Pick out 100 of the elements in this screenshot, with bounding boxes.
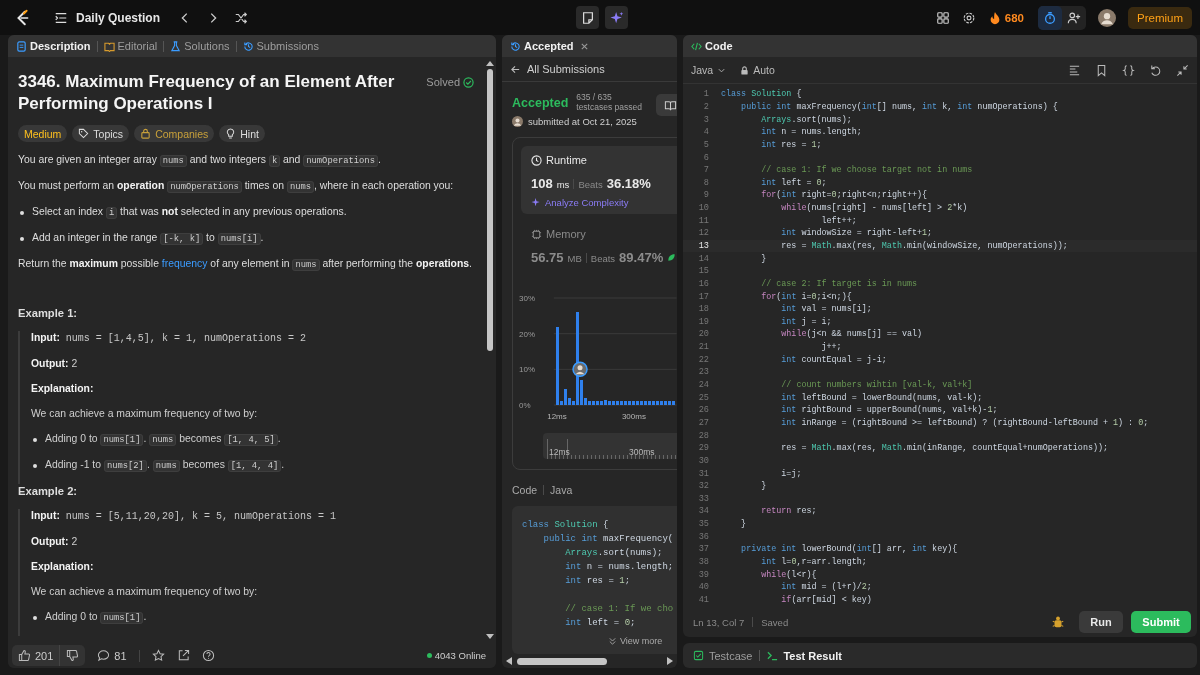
code-line: int j = i;	[780, 316, 832, 327]
code-line: for(int right=0;right<n;right++){	[760, 190, 928, 201]
daily-question-button[interactable]: Daily Question	[54, 10, 161, 25]
comments-button[interactable]: 81	[97, 649, 127, 662]
undo-icon[interactable]	[1149, 63, 1162, 77]
debugger-icon[interactable]	[1051, 615, 1065, 629]
language-dropdown[interactable]: Java	[691, 64, 727, 76]
chip-icon	[531, 228, 542, 240]
line-number: 37	[697, 544, 709, 555]
panel-tab[interactable]: Description	[16, 40, 91, 52]
bookmark-icon[interactable]	[1095, 63, 1108, 77]
share-icon[interactable]	[176, 649, 190, 662]
panel-tab[interactable]: Testcase	[693, 649, 753, 662]
code-line: int countEqual = j-i;	[780, 354, 887, 365]
axis-label: 20%	[519, 329, 535, 339]
solved-status: Solved	[426, 71, 474, 89]
thumbs-up-icon	[18, 649, 31, 662]
description-text: Explanation:	[31, 560, 95, 574]
settings-icon[interactable]	[961, 10, 976, 25]
like-button[interactable]: 201	[12, 645, 60, 666]
example-heading: Example 2:	[18, 484, 79, 498]
notes-button[interactable]	[576, 6, 599, 29]
panel-tab[interactable]: Editorial	[103, 40, 158, 52]
vote-control[interactable]: 201	[12, 645, 86, 666]
description-text: We can achieve a maximum frequency of two by:	[31, 407, 259, 421]
chevrons-down-icon	[608, 636, 617, 646]
panel-tab[interactable]: Code	[691, 40, 733, 52]
metric-card[interactable]: Memory 56.75 MB Beats 89.47%	[521, 220, 677, 271]
format-icon[interactable]	[1068, 63, 1081, 77]
ai-button[interactable]	[605, 6, 628, 29]
avatar-icon[interactable]	[1098, 8, 1116, 27]
range-overview[interactable]: 12ms 300ms	[543, 433, 677, 459]
line-number: 27	[697, 417, 709, 428]
bullet-icon	[33, 464, 37, 468]
code-line: while(j<n && nums[j] == val)	[780, 329, 923, 340]
line-number: 11	[697, 215, 709, 226]
beats-label: Beats	[578, 179, 603, 190]
timer-button[interactable]	[1038, 5, 1062, 30]
note-icon	[580, 10, 595, 25]
metric-card[interactable]: Runtime 108 ms Beats 36.18% Analyze Complexity	[521, 146, 677, 214]
analyze-link[interactable]: Analyze Complexity	[531, 197, 677, 208]
description-text: We can achieve a maximum frequency of two by:	[31, 585, 259, 599]
shuffle-icon[interactable]	[234, 10, 249, 25]
collapse-icon[interactable]	[1176, 63, 1189, 77]
code-line: Arrays.sort(nums);	[760, 114, 852, 125]
bullet-text: Adding 0 to nums[1] . nums becomes [1, 4, 5] .	[45, 432, 281, 447]
metric-title: Runtime	[546, 154, 587, 166]
panel-tab[interactable]: Submissions	[242, 40, 319, 52]
code-line: // case 2: If target is in nums	[760, 278, 917, 289]
star-icon[interactable]	[151, 649, 165, 662]
run-button[interactable]: Run	[1079, 611, 1123, 633]
code-line: private int lowerBound(int[] arr, int key){	[740, 544, 958, 555]
line-number: 35	[697, 519, 709, 530]
term-link[interactable]: frequency	[161, 258, 208, 269]
braces-icon[interactable]	[1122, 63, 1135, 77]
line-number: 16	[697, 278, 709, 289]
bullet-text: Adding 0 to nums[1] .	[45, 610, 147, 625]
close-icon[interactable]	[579, 41, 589, 51]
line-number: 32	[697, 481, 709, 492]
auto-mode-button[interactable]: Auto	[740, 64, 775, 76]
line-number: 31	[697, 468, 709, 479]
checkbox-icon	[693, 650, 704, 661]
view-more-button[interactable]: View more	[608, 634, 663, 648]
help-icon[interactable]	[201, 649, 215, 662]
premium-button[interactable]: Premium	[1128, 6, 1192, 29]
code-line: }	[760, 253, 767, 264]
line-number: 8	[702, 177, 709, 188]
panel-tab[interactable]: Accepted	[510, 40, 574, 52]
code-line: left++;	[820, 215, 857, 226]
code-label: Code	[512, 484, 538, 496]
line-number: 10	[697, 203, 709, 214]
code-line: int val = nums[i];	[780, 304, 872, 315]
panel-tab[interactable]: Solutions	[170, 40, 230, 52]
submitted-time: submitted at Oct 21, 2025	[528, 116, 637, 127]
back-link[interactable]: All Submissions	[502, 57, 677, 82]
tag-button[interactable]: Topics	[72, 125, 130, 142]
bullet-icon	[33, 616, 37, 620]
line-number: 29	[697, 443, 709, 454]
tag-button[interactable]: Companies	[134, 125, 215, 142]
panel-tab[interactable]: Test Result	[767, 649, 842, 662]
axis-label: 300ms	[629, 447, 655, 457]
bullet-icon	[33, 438, 37, 442]
difficulty-badge: Medium	[18, 125, 68, 142]
streak-counter[interactable]: 680	[987, 10, 1024, 25]
testcase-count: 635 / 635	[576, 92, 613, 102]
layout-icon[interactable]	[935, 10, 950, 25]
line-number: 25	[697, 392, 709, 403]
tag-button[interactable]: Hint	[219, 125, 265, 142]
code-line: // count numbers wihtin [val-k, val+k]	[780, 380, 973, 391]
line-number: 19	[697, 316, 709, 327]
code-line: Arrays.sort(nums);	[564, 547, 663, 560]
code-line: res = Math.max(res, Math.min(inRange, countEqual+numOperations));	[780, 443, 1108, 454]
axis-label: 12ms	[547, 412, 567, 421]
solution-button[interactable]	[655, 94, 677, 116]
line-number: 7	[702, 165, 709, 176]
bullet-text: Add an integer in the range [-k, k] to nums[i] .	[32, 231, 264, 246]
sparkle-icon	[609, 10, 624, 25]
code-line: res = Math.max(res, Math.min(windowSize, numOperations));	[780, 241, 1068, 251]
history-icon	[242, 40, 254, 52]
line-number: 34	[697, 506, 709, 517]
